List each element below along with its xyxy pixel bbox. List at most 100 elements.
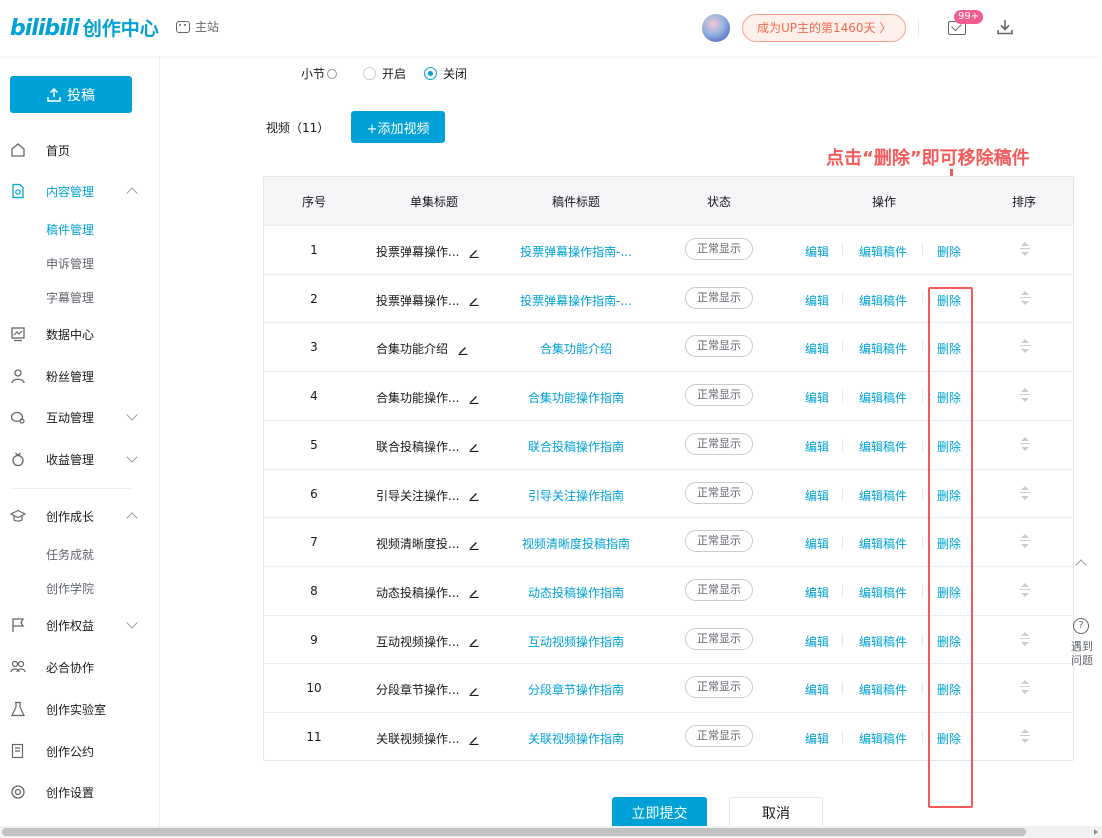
sidebar-item-home[interactable]: 首页	[0, 135, 160, 165]
op-divider	[922, 292, 923, 305]
drag-sort-icon[interactable]	[1019, 387, 1031, 403]
edit-manuscript-link[interactable]: 编辑稿件	[859, 292, 907, 309]
radio-off-label[interactable]: 关闭	[443, 65, 467, 82]
edit-link[interactable]: 编辑	[805, 438, 829, 455]
edit-manuscript-link[interactable]: 编辑稿件	[859, 243, 907, 260]
edit-link[interactable]: 编辑	[805, 487, 829, 504]
horizontal-scrollbar[interactable]	[0, 826, 1102, 838]
add-video-button[interactable]: +添加视频	[351, 111, 445, 143]
edit-link[interactable]: 编辑	[805, 243, 829, 260]
sidebar-item-interaction[interactable]: 互动管理	[0, 402, 160, 432]
pencil-icon[interactable]	[469, 491, 479, 501]
edit-manuscript-link[interactable]: 编辑稿件	[859, 584, 907, 601]
back-to-top-icon[interactable]	[1075, 559, 1087, 571]
sidebar-item-lab[interactable]: 创作实验室	[0, 694, 160, 724]
info-icon[interactable]	[327, 68, 338, 79]
edit-manuscript-link[interactable]: 编辑稿件	[859, 389, 907, 406]
pencil-icon[interactable]	[469, 296, 479, 307]
scroll-right-arrow[interactable]	[1094, 829, 1098, 835]
help-label[interactable]: 遇到问题	[1070, 640, 1094, 668]
sidebar-item-fans[interactable]: 粉丝管理	[0, 361, 160, 391]
row-manuscript-title[interactable]: 动态投稿操作指南	[488, 584, 664, 601]
row-manuscript-title[interactable]: 互动视频操作指南	[488, 633, 664, 650]
edit-manuscript-link[interactable]: 编辑稿件	[859, 535, 907, 552]
edit-manuscript-link[interactable]: 编辑稿件	[859, 340, 907, 357]
scrollbar-thumb[interactable]	[2, 828, 1026, 836]
sidebar-item-settings[interactable]: 创作设置	[0, 777, 160, 807]
sidebar-item-content[interactable]: 内容管理	[0, 176, 160, 206]
sidebar-item-cooperation[interactable]: 必合协作	[0, 652, 160, 682]
edit-manuscript-link[interactable]: 编辑稿件	[859, 681, 907, 698]
drag-sort-icon[interactable]	[1019, 241, 1031, 257]
edit-link[interactable]: 编辑	[805, 535, 829, 552]
row-manuscript-title[interactable]: 投票弹幕操作指南-...	[488, 292, 664, 309]
drag-sort-icon[interactable]	[1019, 436, 1031, 452]
avatar[interactable]	[702, 14, 730, 42]
download-icon[interactable]	[996, 18, 1014, 36]
row-manuscript-title[interactable]: 合集功能介绍	[488, 340, 664, 357]
pencil-icon[interactable]	[469, 588, 479, 599]
sidebar-item-income[interactable]: 收益管理	[0, 444, 160, 474]
sidebar-sub-appeals[interactable]: 申诉管理	[46, 255, 94, 272]
op-divider	[922, 487, 923, 500]
edit-manuscript-link[interactable]: 编辑稿件	[859, 487, 907, 504]
drag-sort-icon[interactable]	[1019, 290, 1031, 306]
drag-sort-icon[interactable]	[1019, 533, 1031, 549]
row-manuscript-title[interactable]: 引导关注操作指南	[488, 487, 664, 504]
row-manuscript-title[interactable]: 视频清晰度投稿指南	[488, 535, 664, 552]
edit-link[interactable]: 编辑	[805, 681, 829, 698]
pencil-icon[interactable]	[458, 345, 468, 355]
edit-manuscript-link[interactable]: 编辑稿件	[859, 438, 907, 455]
pencil-icon[interactable]	[469, 248, 479, 258]
sidebar-sub-manuscripts[interactable]: 稿件管理	[46, 221, 94, 238]
sidebar-item-convention[interactable]: 创作公约	[0, 736, 160, 766]
sidebar-item-label: 数据中心	[46, 327, 95, 342]
edit-link[interactable]: 编辑	[805, 730, 829, 747]
drag-sort-icon[interactable]	[1019, 728, 1031, 744]
op-divider	[922, 341, 923, 354]
sidebar-sub-subtitles[interactable]: 字幕管理	[46, 289, 94, 306]
help-icon[interactable]: ?	[1073, 618, 1089, 634]
sidebar-sub-tasks[interactable]: 任务成就	[46, 546, 94, 563]
drag-sort-icon[interactable]	[1019, 582, 1031, 598]
delete-link[interactable]: 删除	[937, 243, 961, 260]
row-manuscript-title[interactable]: 关联视频操作指南	[488, 730, 664, 747]
radio-on[interactable]	[363, 67, 377, 80]
sidebar-item-rights[interactable]: 创作权益	[0, 610, 160, 640]
pencil-icon[interactable]	[469, 686, 479, 696]
drag-sort-icon[interactable]	[1019, 485, 1031, 501]
row-manuscript-title[interactable]: 分段章节操作指南	[488, 681, 664, 698]
row-manuscript-title[interactable]: 合集功能操作指南	[488, 389, 664, 406]
edit-manuscript-link[interactable]: 编辑稿件	[859, 633, 907, 650]
edit-link[interactable]: 编辑	[805, 389, 829, 406]
main-site-link[interactable]: 主站	[176, 18, 219, 35]
pencil-icon[interactable]	[469, 637, 479, 648]
edit-link[interactable]: 编辑	[805, 584, 829, 601]
money-bag-icon	[12, 452, 24, 467]
episode-title-text: 关联视频操作...	[376, 732, 460, 746]
upload-button[interactable]: 投稿	[10, 76, 132, 113]
op-divider	[842, 487, 843, 500]
edit-manuscript-link[interactable]: 编辑稿件	[859, 730, 907, 747]
pencil-icon[interactable]	[469, 442, 479, 453]
row-manuscript-title[interactable]: 投票弹幕操作指南-...	[488, 243, 664, 260]
up-days-pill[interactable]: 成为UP主的第1460天 〉	[742, 14, 907, 42]
pencil-icon[interactable]	[469, 735, 479, 745]
creator-center-logo[interactable]: bilibili 创作中心	[10, 14, 159, 41]
row-manuscript-title[interactable]: 联合投稿操作指南	[488, 438, 664, 455]
pencil-icon[interactable]	[469, 394, 479, 404]
pencil-icon[interactable]	[469, 540, 479, 550]
radio-on-label[interactable]: 开启	[382, 65, 406, 82]
radio-off[interactable]	[424, 67, 438, 80]
sidebar-item-growth[interactable]: 创作成长	[0, 501, 160, 531]
edit-link[interactable]: 编辑	[805, 292, 829, 309]
sidebar-item-data[interactable]: 数据中心	[0, 319, 160, 349]
drag-sort-icon[interactable]	[1019, 631, 1031, 647]
home-icon	[11, 143, 25, 157]
sidebar-sub-academy[interactable]: 创作学院	[46, 580, 94, 597]
edit-link[interactable]: 编辑	[805, 340, 829, 357]
drag-sort-icon[interactable]	[1019, 679, 1031, 695]
status-badge: 正常显示	[685, 578, 753, 601]
edit-link[interactable]: 编辑	[805, 633, 829, 650]
drag-sort-icon[interactable]	[1019, 338, 1031, 354]
